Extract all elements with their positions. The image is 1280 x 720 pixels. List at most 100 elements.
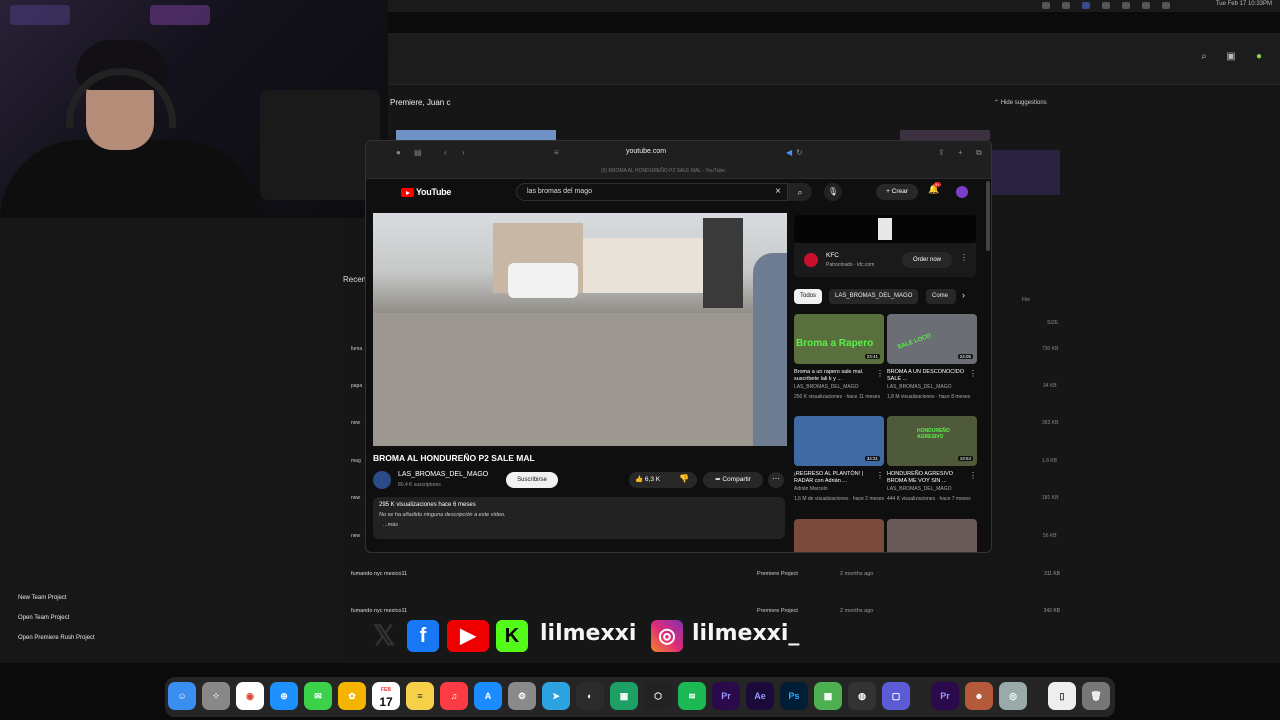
remote-icon[interactable]: ▢ <box>882 682 910 710</box>
status-icon[interactable] <box>1082 2 1090 9</box>
suggestion-thumbnail[interactable] <box>990 150 1060 195</box>
app-store-icon[interactable]: A <box>474 682 502 710</box>
safari-icon[interactable]: ⊕ <box>270 682 298 710</box>
share-button[interactable]: ➦ Compartir <box>703 472 763 488</box>
channel-avatar[interactable] <box>373 471 391 489</box>
audio-icon[interactable]: ◀ <box>786 148 792 157</box>
steam-icon[interactable]: ◍ <box>848 682 876 710</box>
file-date: 2 months ago <box>840 571 874 577</box>
more-actions-icon[interactable]: ⋯ <box>768 472 784 488</box>
search-icon[interactable]: ⌕ <box>1199 52 1209 62</box>
voice-search-button[interactable]: 🎙 <box>824 183 842 201</box>
ad-more-icon[interactable]: ⋮ <box>960 253 968 262</box>
status-icon[interactable] <box>1042 2 1050 9</box>
reload-icon[interactable]: ↻ <box>796 148 803 157</box>
subscribe-button[interactable]: Suscribirse <box>506 472 558 488</box>
file-name-partial[interactable]: new <box>351 533 360 539</box>
tabs-overview-icon[interactable]: ⧉ <box>976 148 982 158</box>
like-button[interactable]: 👍 6,3 K <box>635 475 660 483</box>
file-name-partial[interactable]: new <box>351 495 360 501</box>
roblox-icon[interactable]: ☻ <box>965 682 993 710</box>
chips-next-icon[interactable]: › <box>962 290 965 300</box>
rec-more-icon[interactable]: ⋮ <box>969 369 977 378</box>
new-tab-icon[interactable]: + <box>958 148 963 157</box>
file-name-partial[interactable]: new <box>351 420 360 426</box>
new-team-project-link[interactable]: New Team Project <box>18 595 67 601</box>
thumbs-down-icon[interactable]: 👎 <box>679 474 689 483</box>
system-settings-icon[interactable]: ⚙ <box>508 682 536 710</box>
photos-icon[interactable]: ✿ <box>338 682 366 710</box>
chip-more[interactable]: Come <box>926 289 956 304</box>
size-column-header[interactable]: SIZE <box>1047 320 1058 326</box>
finder-icon[interactable]: ☺ <box>168 682 196 710</box>
file-name-partial[interactable]: fuma <box>351 346 362 352</box>
files-icon[interactable]: ▯ <box>1048 682 1076 710</box>
suggestion-thumbnail[interactable] <box>396 130 556 140</box>
search-button[interactable]: ⌕ <box>788 183 812 201</box>
create-button[interactable]: + Crear <box>876 184 918 200</box>
chrome-icon[interactable]: ◉ <box>236 682 264 710</box>
menubar-clock[interactable]: Tue Feb 17 10:33PM <box>1216 1 1272 7</box>
forward-icon[interactable]: › <box>462 148 465 157</box>
tab-title[interactable]: (6) BROMA AL HONDUREÑO P2 SALE MAL - You… <box>601 168 725 174</box>
video-player[interactable] <box>373 213 787 446</box>
app-icon[interactable]: ▦ <box>610 682 638 710</box>
show-more-link[interactable]: ...más <box>383 522 398 528</box>
file-row[interactable]: fumando nyc mexico11 Premiere Project 2 … <box>345 568 1060 582</box>
youtube-search-input[interactable]: las bromas del mago × <box>516 183 788 201</box>
battery-icon[interactable] <box>1142 2 1150 9</box>
telegram-icon[interactable]: ➤ <box>542 682 570 710</box>
gift-icon[interactable]: ▣ <box>1226 52 1236 62</box>
suggestion-thumbnail[interactable] <box>900 130 990 140</box>
file-type: Premiere Project <box>757 571 798 577</box>
sidebar-icon[interactable]: ▤ <box>414 148 422 157</box>
premiere-icon[interactable]: Pr <box>712 682 740 710</box>
unity-icon[interactable]: ⬡ <box>644 682 672 710</box>
video-description-box[interactable]: 295 K visualizaciones hace 6 meses No se… <box>373 497 785 539</box>
notes-icon[interactable]: ≡ <box>406 682 434 710</box>
open-rush-project-link[interactable]: Open Premiere Rush Project <box>18 635 95 641</box>
wifi-icon[interactable] <box>1122 2 1130 9</box>
open-team-project-link[interactable]: Open Team Project <box>18 615 69 621</box>
messages-icon[interactable]: ✉ <box>304 682 332 710</box>
app-icon[interactable]: ◎ <box>999 682 1027 710</box>
calendar-icon[interactable]: FEB 17 <box>372 682 400 710</box>
ad-banner[interactable] <box>794 215 976 243</box>
ad-cta-button[interactable]: Order now <box>902 252 952 268</box>
share-icon[interactable]: ⇪ <box>938 148 945 157</box>
rec-more-icon[interactable]: ⋮ <box>876 369 884 378</box>
account-avatar[interactable] <box>956 186 968 198</box>
rec-more-icon[interactable]: ⋮ <box>876 471 884 480</box>
spotify-icon[interactable]: ≋ <box>678 682 706 710</box>
premiere-icon[interactable]: Pr <box>931 682 959 710</box>
photoshop-icon[interactable]: Ps <box>780 682 808 710</box>
hide-suggestions-button[interactable]: ⌃ Hide suggestions <box>994 99 1047 106</box>
ad-card[interactable]: KFC Patrocinado · kfc.com Order now ⋮ <box>794 243 976 277</box>
file-name-partial[interactable]: mag <box>351 458 361 464</box>
scrollbar[interactable] <box>986 181 990 251</box>
url-field[interactable]: youtube.com <box>626 148 666 155</box>
control-center-icon[interactable] <box>1162 2 1170 9</box>
clear-search-icon[interactable]: × <box>775 186 781 197</box>
status-icon[interactable] <box>1062 2 1070 9</box>
chip-channel[interactable]: LAS_BROMAS_DEL_MAGO <box>829 289 919 304</box>
file-row[interactable]: fumando nyc mexico11 Premiere Project 2 … <box>345 605 1060 619</box>
after-effects-icon[interactable]: Ae <box>746 682 774 710</box>
launchpad-icon[interactable]: ⁘ <box>202 682 230 710</box>
reader-icon[interactable]: ≡ <box>554 148 559 157</box>
minecraft-icon[interactable]: ▩ <box>814 682 842 710</box>
rec-more-icon[interactable]: ⋮ <box>969 471 977 480</box>
chip-all[interactable]: Todos <box>794 289 823 304</box>
trash-icon[interactable]: 🗑 <box>1082 682 1110 710</box>
youtube-logo-icon[interactable] <box>401 188 414 197</box>
youtube-logo[interactable]: YouTube <box>416 187 451 197</box>
music-icon[interactable]: ♫ <box>440 682 468 710</box>
channel-name[interactable]: LAS_BROMAS_DEL_MAGO <box>398 471 488 478</box>
obs-icon[interactable]: ◐ <box>576 682 604 710</box>
file-name-partial[interactable]: papa <box>351 383 362 389</box>
status-icon[interactable] <box>1102 2 1110 9</box>
premiere-user-icon[interactable]: ● <box>1254 52 1264 62</box>
file-column-header[interactable]: File <box>1022 297 1030 303</box>
back-icon[interactable]: ‹ <box>444 148 447 157</box>
close-dot-icon[interactable]: ● <box>396 148 401 157</box>
